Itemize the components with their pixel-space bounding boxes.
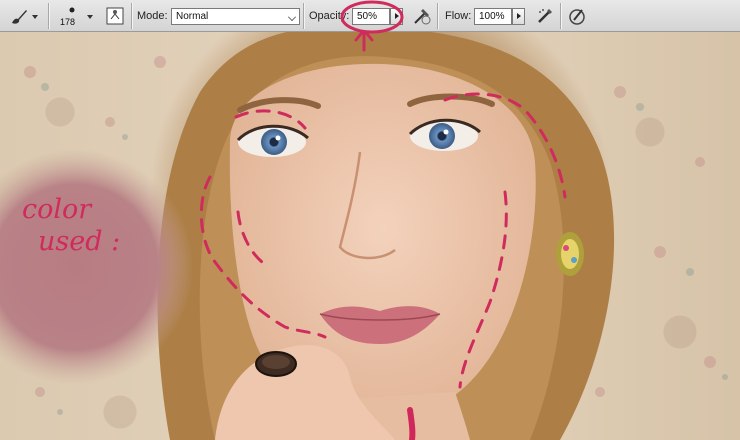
opacity-input[interactable]: 50% — [352, 8, 390, 25]
brush-tool-preset-icon[interactable] — [8, 5, 30, 27]
toolbar-separator — [560, 3, 562, 29]
annotation-color-text: color — [22, 194, 92, 225]
toolbar-separator — [437, 3, 439, 29]
mode-select[interactable]: Normal — [171, 8, 300, 25]
annotation-used-text: used : — [38, 226, 121, 257]
mode-label: Mode: — [137, 10, 168, 22]
brush-picker-dropdown-arrow[interactable] — [86, 8, 95, 25]
toolbar-separator — [303, 3, 305, 29]
brush-panel-toggle-icon[interactable] — [104, 5, 126, 27]
toolbar-separator — [131, 3, 133, 29]
document-canvas[interactable]: color used : — [0, 32, 740, 440]
brush-preview-icon[interactable] — [60, 3, 84, 15]
pressure-opacity-icon[interactable] — [411, 5, 433, 27]
airbrush-icon[interactable] — [534, 5, 556, 27]
brush-size-value: 178 — [60, 17, 76, 27]
tool-preset-dropdown-arrow[interactable] — [31, 8, 40, 25]
opacity-label: Opacity: — [309, 10, 350, 22]
flow-label: Flow: — [445, 10, 472, 22]
options-bar: 178 Mode: Normal Opacity: 50% Flow: 100% — [0, 0, 740, 32]
flow-input[interactable]: 100% — [474, 8, 512, 25]
opacity-slider-button[interactable] — [390, 8, 403, 25]
mode-select-value: Normal — [176, 11, 209, 22]
flow-slider-button[interactable] — [512, 8, 525, 25]
toolbar-separator — [48, 3, 50, 29]
chevron-down-icon — [288, 13, 296, 21]
pressure-size-icon[interactable] — [566, 5, 588, 27]
